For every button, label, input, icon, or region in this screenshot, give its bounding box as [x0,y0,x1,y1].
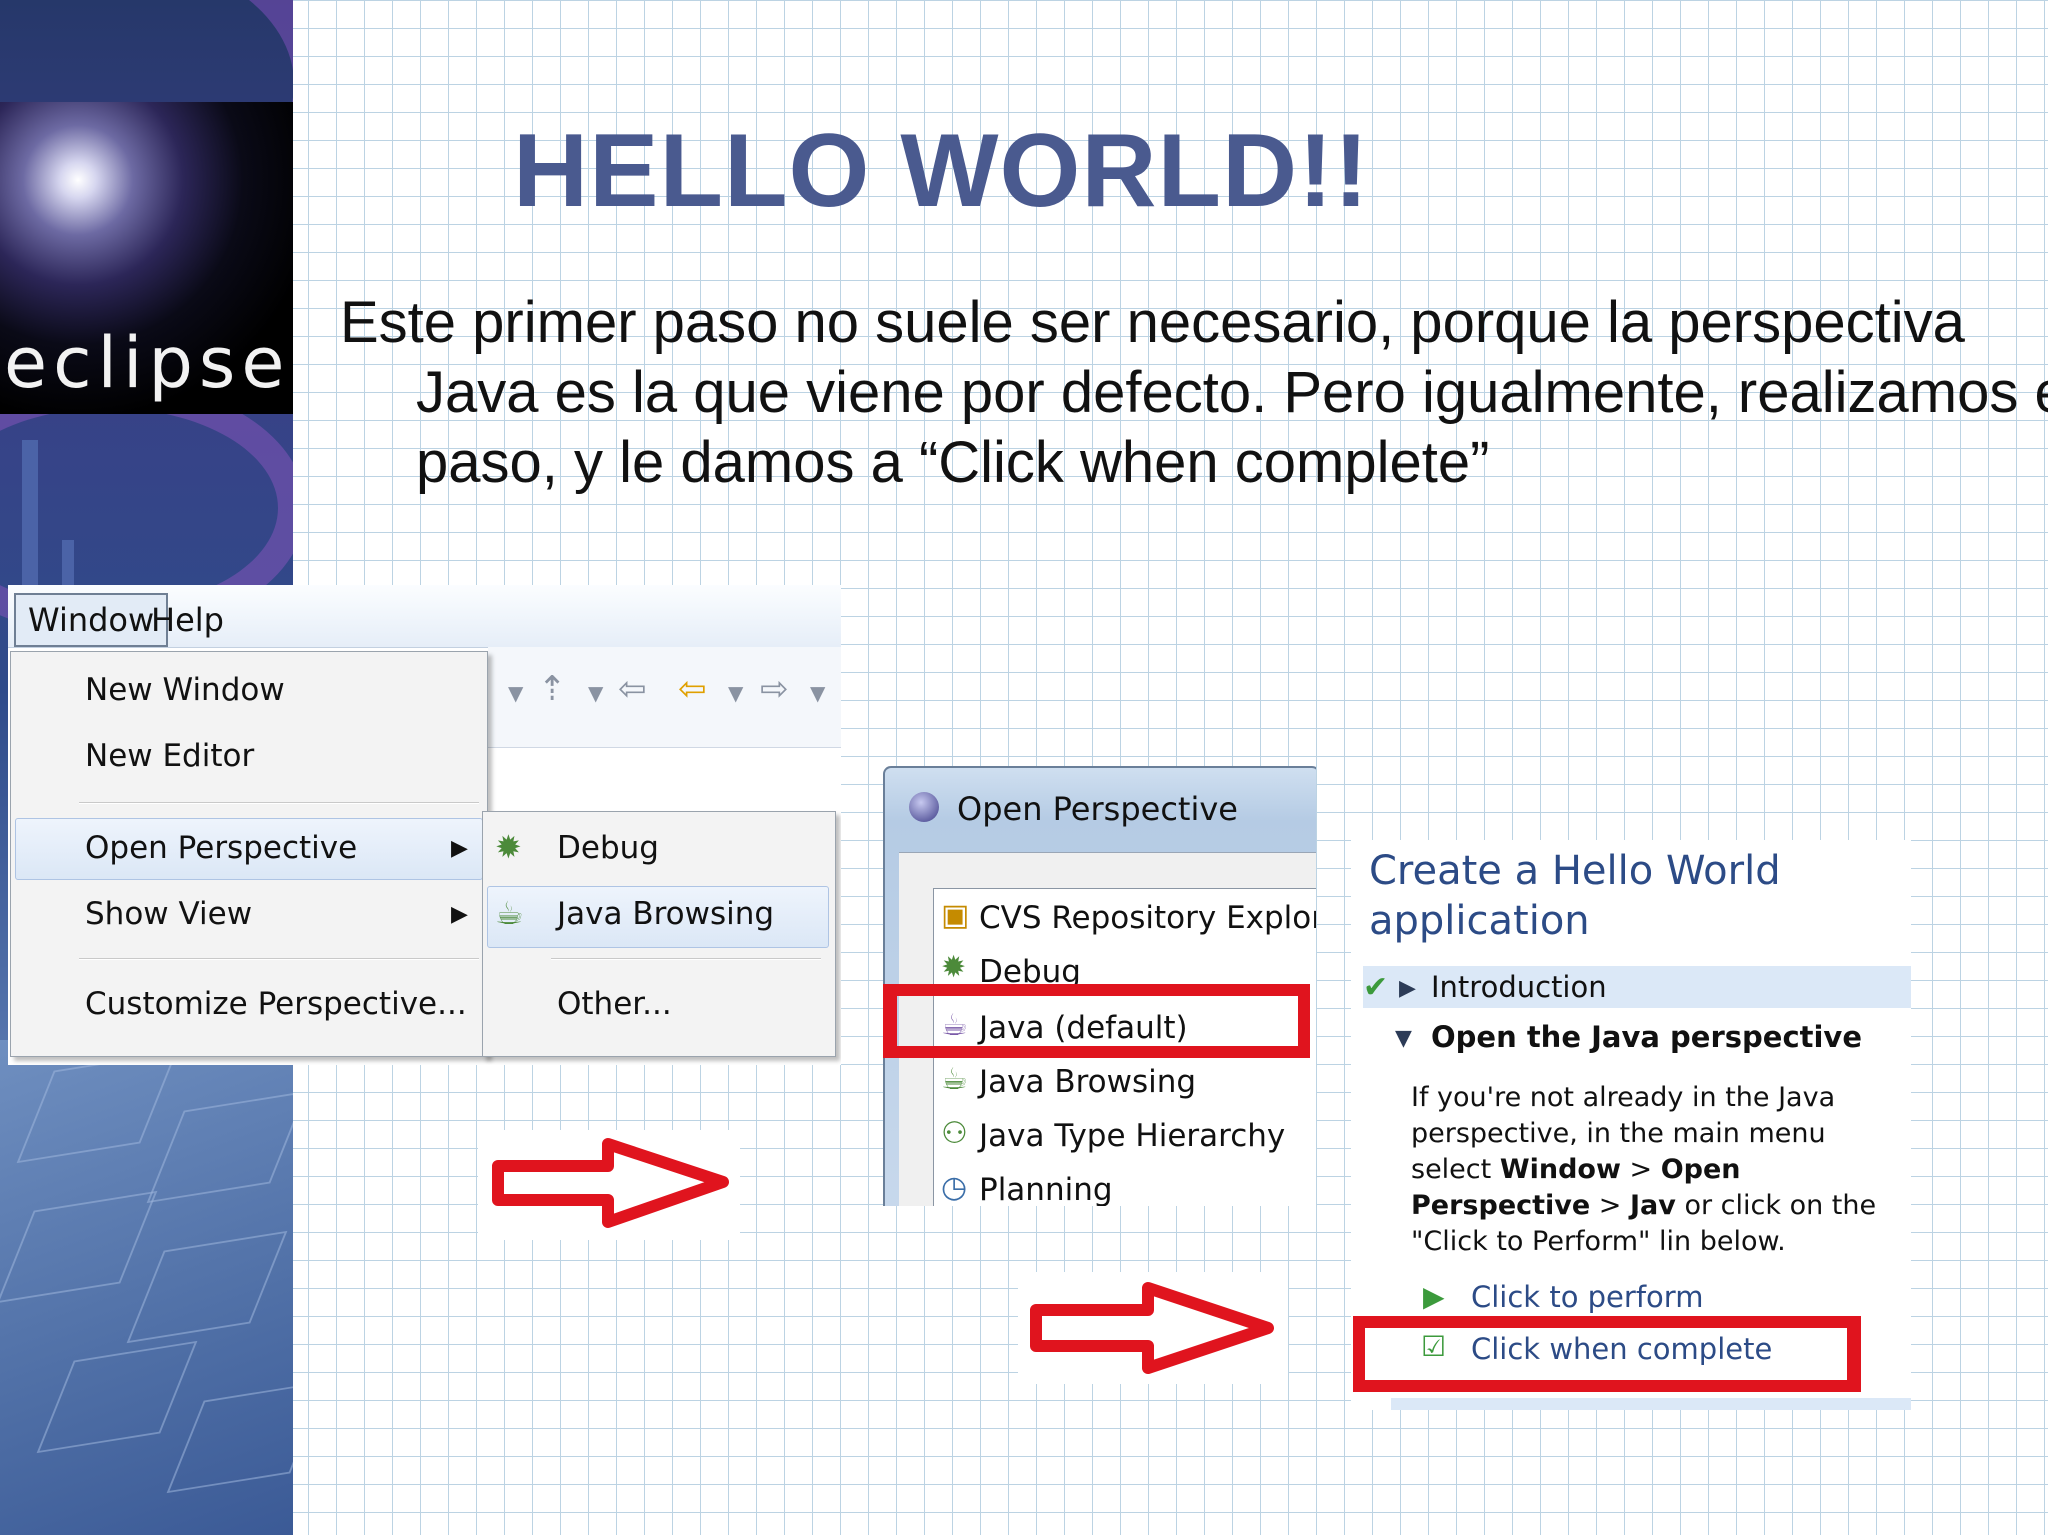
dropdown-arrow-icon[interactable]: ▼ [810,681,825,705]
menu-item-show-view[interactable]: Show View [85,896,252,932]
key-shape [16,1050,178,1164]
menu-item-open-perspective[interactable]: Open Perspective [85,830,357,866]
back-arrow-icon[interactable]: ⇦ [678,669,707,709]
submenu-arrow-icon: ▶ [451,836,468,861]
step-description: If you're not already in the Java perspe… [1411,1080,1911,1260]
step-row-highlight [1391,1398,1911,1410]
menu-separator [79,958,479,960]
open-perspective-dialog-screenshot: Open Perspective ▣ CVS Repository Explor… [883,766,1316,1206]
window-menu-screenshot: Window Help ▼ ⇡ ▼ ⇦ ⇦ ▼ ⇨ ▼ New Window N… [8,585,841,1065]
submenu-item-debug[interactable]: Debug [557,830,659,866]
dropdown-arrow-icon[interactable]: ▼ [508,681,523,705]
eclipse-icon [909,792,939,822]
submenu-arrow-icon: ▶ [451,902,468,927]
cheat-sheet-screenshot: Create a Hello World application ✔ ▶ Int… [1351,840,1911,1410]
click-to-perform-link[interactable]: Click to perform [1471,1280,1703,1314]
key-shape [0,1190,158,1304]
list-item-planning[interactable]: Planning [979,1172,1113,1206]
key-shape [126,1230,288,1344]
open-perspective-submenu: ✹ Debug ☕ Java Browsing Other... [482,811,836,1057]
red-arrow-icon [1018,1272,1288,1384]
last-edit-icon[interactable]: ⇦ [618,669,647,709]
red-arrow-icon [478,1130,740,1240]
debug-bug-icon: ✹ [495,828,522,866]
menu-item-new-window[interactable]: New Window [85,672,285,708]
expand-triangle-icon[interactable]: ▶ [1399,976,1416,1001]
submenu-item-other[interactable]: Other... [557,986,672,1022]
play-icon[interactable]: ▶ [1423,1280,1445,1313]
step-open-java-perspective[interactable]: Open the Java perspective [1431,1020,1862,1054]
menu-item-new-editor[interactable]: New Editor [85,738,254,774]
cvs-icon: ▣ [941,898,970,933]
keyboard-background [0,1040,293,1535]
navigate-icon[interactable]: ⇡ [538,669,567,709]
menu-separator [551,958,821,960]
toolbar: ▼ ⇡ ▼ ⇦ ⇦ ▼ ⇨ ▼ [488,647,841,748]
key-shape [146,1090,293,1204]
menu-window[interactable]: Window [14,593,169,647]
dialog-title: Open Perspective [957,790,1238,828]
window-dropdown-menu: New Window New Editor Open Perspective ▶… [10,651,488,1057]
java-browsing-icon: ☕ [495,894,524,932]
menu-item-customize-perspective[interactable]: Customize Perspective... [85,986,467,1022]
red-highlight-box [1353,1316,1861,1392]
description-bold-window: Window [1499,1154,1621,1185]
check-icon: ✔ [1363,970,1389,1005]
type-hierarchy-icon: ⚇ [941,1116,968,1151]
decorative-bar [22,440,38,590]
menu-bar: Window Help [8,585,841,648]
description-text: > [1620,1154,1661,1185]
logo-text: eclipse [4,322,291,404]
java-browsing-icon: ☕ [941,1062,968,1097]
slide-body-text: Este primer paso no suele ser necesario,… [340,290,2048,495]
collapse-triangle-icon[interactable]: ▼ [1395,1026,1412,1051]
list-item-java-type-hierarchy[interactable]: Java Type Hierarchy [979,1118,1285,1154]
list-item-cvs[interactable]: CVS Repository Exploring [979,900,1316,936]
step-introduction[interactable]: Introduction [1431,970,1607,1004]
cheat-sheet-title: Create a Hello World application [1369,848,1781,944]
description-bold-java: Jav [1630,1190,1676,1221]
slide-title: HELLO WORLD!! [513,113,1370,229]
key-shape [166,1380,293,1494]
description-text: > [1590,1190,1631,1221]
key-shape [36,1340,198,1454]
dropdown-arrow-icon[interactable]: ▼ [588,681,603,705]
submenu-item-java-browsing[interactable]: Java Browsing [557,896,774,932]
list-item-java-browsing[interactable]: Java Browsing [979,1064,1196,1100]
menu-separator [79,802,479,804]
menu-help[interactable]: Help [151,601,224,639]
red-highlight-box [883,984,1310,1058]
dropdown-arrow-icon[interactable]: ▼ [728,681,743,705]
eclipse-logo: eclipse [0,102,293,414]
debug-bug-icon: ✹ [941,950,967,985]
planning-clock-icon: ◷ [941,1170,968,1205]
forward-arrow-icon[interactable]: ⇨ [760,669,789,709]
